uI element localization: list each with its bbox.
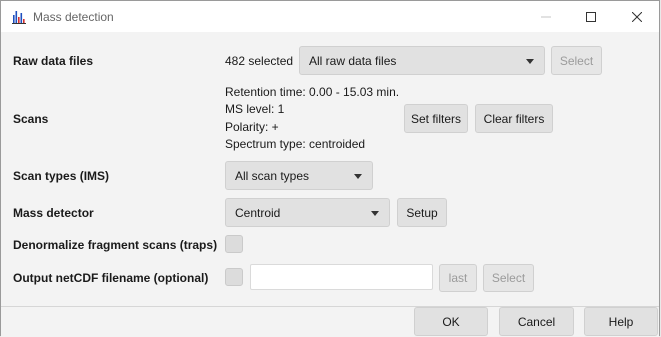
chevron-down-icon (526, 59, 534, 64)
minimize-button[interactable] (523, 1, 569, 32)
mass-detector-selector-value: Centroid (235, 206, 281, 220)
parameters-panel: Raw data files 482 selected All raw data… (1, 32, 659, 306)
scan-types-label: Scan types (IMS) (13, 169, 110, 183)
maximize-button[interactable] (568, 1, 614, 32)
scans-polarity: Polarity: + (225, 120, 279, 134)
title-bar[interactable]: Mass detection (1, 1, 659, 32)
dialog-footer: OK Cancel Help (1, 306, 659, 337)
chevron-down-icon (354, 174, 362, 179)
output-netcdf-label: Output netCDF filename (optional) (13, 271, 209, 285)
scans-ms-level: MS level: 1 (225, 102, 285, 116)
mass-detector-label: Mass detector (13, 206, 94, 220)
close-icon (632, 11, 642, 22)
denormalize-label: Denormalize fragment scans (traps) (13, 238, 218, 252)
output-netcdf-last-button[interactable]: last (439, 264, 477, 292)
raw-data-files-label: Raw data files (13, 54, 94, 68)
maximize-icon (586, 11, 596, 22)
scan-types-selector[interactable]: All scan types (225, 161, 373, 190)
clear-filters-button[interactable]: Clear filters (475, 104, 553, 133)
output-netcdf-select-button[interactable]: Select (483, 264, 534, 292)
raw-data-files-select-button[interactable]: Select (551, 46, 602, 75)
scan-types-selector-value: All scan types (235, 169, 310, 183)
scans-spectrum-type: Spectrum type: centroided (225, 137, 366, 151)
minimize-icon (541, 12, 551, 22)
mass-detector-setup-button[interactable]: Setup (397, 198, 447, 227)
set-filters-button[interactable]: Set filters (404, 104, 468, 133)
output-netcdf-checkbox[interactable] (225, 268, 243, 286)
mass-detection-dialog: Mass detection Raw data files 482 select… (0, 0, 660, 337)
close-button[interactable] (614, 1, 660, 32)
scans-retention-time: Retention time: 0.00 - 15.03 min. (225, 85, 400, 99)
raw-data-files-count: 482 selected (225, 54, 294, 68)
output-netcdf-filename-input[interactable] (250, 264, 433, 290)
mass-detector-selector[interactable]: Centroid (225, 198, 390, 227)
window-title: Mass detection (33, 10, 114, 24)
raw-data-files-selector-value: All raw data files (309, 54, 397, 68)
raw-data-files-selector[interactable]: All raw data files (299, 46, 545, 75)
help-button[interactable]: Help (584, 307, 658, 336)
chevron-down-icon (371, 211, 379, 216)
scans-label: Scans (13, 112, 49, 126)
mzmine-app-icon (11, 9, 27, 25)
cancel-button[interactable]: Cancel (499, 307, 574, 336)
ok-button[interactable]: OK (414, 307, 488, 336)
denormalize-checkbox[interactable] (225, 235, 243, 253)
